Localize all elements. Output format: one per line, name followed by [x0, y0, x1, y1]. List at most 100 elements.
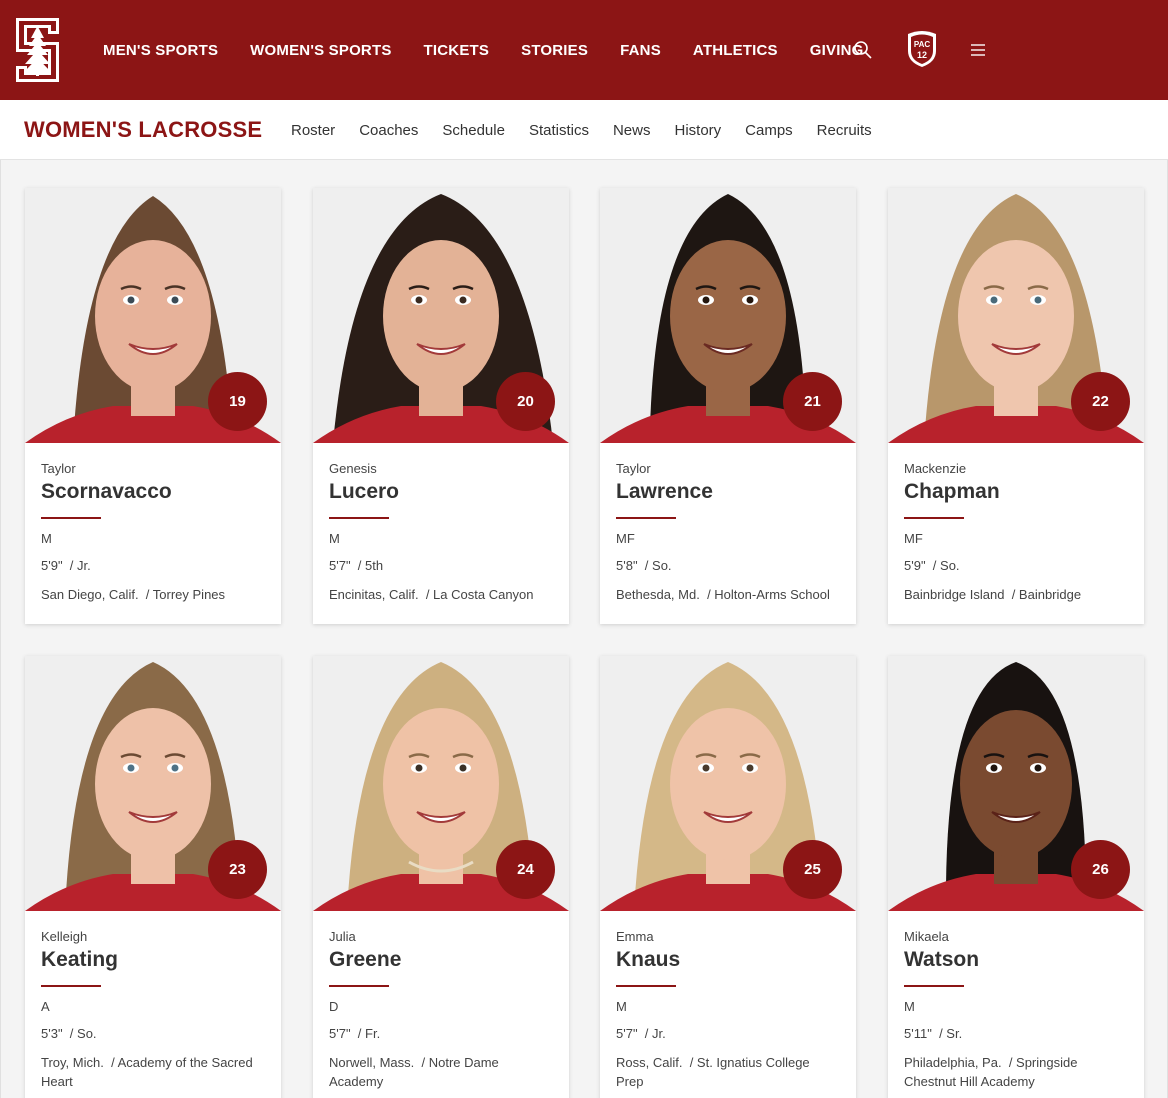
player-position: M — [329, 531, 340, 546]
player-card[interactable]: 20 Genesis Lucero M 5'7" / 5th Encinitas… — [313, 188, 569, 624]
name-divider — [616, 517, 676, 519]
player-first-name: Taylor — [41, 461, 76, 476]
player-last-name[interactable]: Chapman — [904, 480, 1128, 504]
nav-stories[interactable]: STORIES — [521, 42, 588, 59]
search-icon[interactable] — [852, 39, 874, 61]
player-hometown: Troy, Mich. — [41, 1055, 104, 1070]
subnav-camps[interactable]: Camps — [745, 122, 793, 139]
player-hometown: Bethesda, Md. — [616, 587, 700, 602]
jersey-number-badge: 24 — [496, 840, 555, 899]
stanford-logo[interactable] — [10, 12, 65, 88]
player-info: Julia Greene D 5'7" / Fr. Norwell, Mass.… — [313, 911, 569, 1091]
subnav-schedule[interactable]: Schedule — [442, 122, 505, 139]
player-height: 5'7" — [329, 558, 351, 573]
player-height: 5'3" — [41, 1026, 63, 1041]
player-hometown-school: Norwell, Mass. / Notre Dame Academy — [329, 1053, 553, 1091]
roster-grid: 19 Taylor Scornavacco M 5'9" / Jr. San D… — [0, 160, 1168, 1098]
player-last-name[interactable]: Keating — [41, 948, 265, 972]
player-height: 5'9" — [41, 558, 63, 573]
player-first-name: Mikaela — [904, 929, 949, 944]
player-first-name: Emma — [616, 929, 654, 944]
player-info: Mikaela Watson M 5'11" / Sr. Philadelphi… — [888, 911, 1144, 1091]
player-card[interactable]: 24 Julia Greene D 5'7" / Fr. Norwell, Ma… — [313, 656, 569, 1098]
main-navigation: MEN'S SPORTS WOMEN'S SPORTS TICKETS STOR… — [103, 0, 895, 100]
player-position: A — [41, 999, 50, 1014]
player-info: Genesis Lucero M 5'7" / 5th Encinitas, C… — [313, 443, 569, 604]
subnav-recruits[interactable]: Recruits — [817, 122, 872, 139]
player-hometown-school: Philadelphia, Pa. / Springside Chestnut … — [904, 1053, 1128, 1091]
player-first-name: Mackenzie — [904, 461, 967, 476]
player-height: 5'11" — [904, 1026, 932, 1041]
svg-text:PAC: PAC — [914, 40, 931, 49]
svg-text:12: 12 — [917, 50, 927, 60]
player-last-name[interactable]: Lucero — [329, 480, 553, 504]
player-school: / Holton-Arms School — [707, 587, 830, 602]
player-last-name[interactable]: Watson — [904, 948, 1128, 972]
player-year: / Jr. — [644, 1026, 666, 1041]
jersey-number-badge: 19 — [208, 372, 267, 431]
pac-12-logo[interactable]: PAC 12 — [905, 29, 939, 69]
player-school: / Torrey Pines — [145, 587, 226, 602]
player-year: / Jr. — [69, 558, 91, 573]
player-last-name[interactable]: Knaus — [616, 948, 840, 972]
player-photo: 22 — [888, 188, 1144, 443]
jersey-number-badge: 25 — [783, 840, 842, 899]
subnav-history[interactable]: History — [674, 122, 721, 139]
player-hometown: Ross, Calif. — [616, 1055, 683, 1070]
player-height-year: 5'7" / Jr. — [616, 1026, 840, 1041]
sport-subnav: WOMEN'S LACROSSE Roster Coaches Schedule… — [0, 100, 1168, 160]
player-card[interactable]: 19 Taylor Scornavacco M 5'9" / Jr. San D… — [25, 188, 281, 624]
jersey-number-badge: 23 — [208, 840, 267, 899]
player-card[interactable]: 21 Taylor Lawrence MF 5'8" / So. Bethesd… — [600, 188, 856, 624]
player-card[interactable]: 26 Mikaela Watson M 5'11" / Sr. Philadel… — [888, 656, 1144, 1098]
nav-tickets[interactable]: TICKETS — [424, 42, 490, 59]
player-height-year: 5'8" / So. — [616, 558, 840, 573]
player-year: / So. — [644, 558, 672, 573]
name-divider — [329, 985, 389, 987]
nav-athletics[interactable]: ATHLETICS — [693, 42, 778, 59]
nav-mens-sports[interactable]: MEN'S SPORTS — [103, 42, 218, 59]
player-photo: 25 — [600, 656, 856, 911]
jersey-number-badge: 21 — [783, 372, 842, 431]
player-hometown-school: Encinitas, Calif. / La Costa Canyon — [329, 585, 553, 604]
player-height-year: 5'7" / 5th — [329, 558, 553, 573]
top-navigation-bar: MEN'S SPORTS WOMEN'S SPORTS TICKETS STOR… — [0, 0, 1168, 100]
player-card[interactable]: 22 Mackenzie Chapman MF 5'9" / So. Bainb… — [888, 188, 1144, 624]
jersey-number-badge: 22 — [1071, 372, 1130, 431]
subnav-news[interactable]: News — [613, 122, 651, 139]
player-year: / So. — [69, 1026, 97, 1041]
player-height: 5'7" — [616, 1026, 638, 1041]
player-info: Taylor Scornavacco M 5'9" / Jr. San Dieg… — [25, 443, 281, 604]
player-position: D — [329, 999, 339, 1014]
sport-links: Roster Coaches Schedule Statistics News … — [291, 100, 896, 160]
player-info: Taylor Lawrence MF 5'8" / So. Bethesda, … — [600, 443, 856, 604]
sport-title[interactable]: WOMEN'S LACROSSE — [24, 117, 262, 143]
subnav-statistics[interactable]: Statistics — [529, 122, 589, 139]
player-first-name: Genesis — [329, 461, 377, 476]
player-school: / La Costa Canyon — [425, 587, 534, 602]
name-divider — [616, 985, 676, 987]
player-last-name[interactable]: Lawrence — [616, 480, 840, 504]
player-position: M — [616, 999, 627, 1014]
hamburger-menu-icon[interactable] — [968, 40, 988, 60]
nav-womens-sports[interactable]: WOMEN'S SPORTS — [250, 42, 391, 59]
jersey-number-badge: 26 — [1071, 840, 1130, 899]
player-height-year: 5'9" / Jr. — [41, 558, 265, 573]
player-photo: 23 — [25, 656, 281, 911]
player-position: MF — [616, 531, 635, 546]
player-height: 5'8" — [616, 558, 638, 573]
player-hometown: Encinitas, Calif. — [329, 587, 419, 602]
name-divider — [41, 517, 101, 519]
player-hometown: Philadelphia, Pa. — [904, 1055, 1002, 1070]
player-photo: 20 — [313, 188, 569, 443]
player-hometown-school: Troy, Mich. / Academy of the Sacred Hear… — [41, 1053, 265, 1091]
subnav-coaches[interactable]: Coaches — [359, 122, 418, 139]
player-last-name[interactable]: Scornavacco — [41, 480, 265, 504]
nav-fans[interactable]: FANS — [620, 42, 661, 59]
player-card[interactable]: 23 Kelleigh Keating A 5'3" / So. Troy, M… — [25, 656, 281, 1098]
player-position: M — [41, 531, 52, 546]
player-last-name[interactable]: Greene — [329, 948, 553, 972]
player-photo: 24 — [313, 656, 569, 911]
player-card[interactable]: 25 Emma Knaus M 5'7" / Jr. Ross, Calif. … — [600, 656, 856, 1098]
subnav-roster[interactable]: Roster — [291, 122, 335, 139]
